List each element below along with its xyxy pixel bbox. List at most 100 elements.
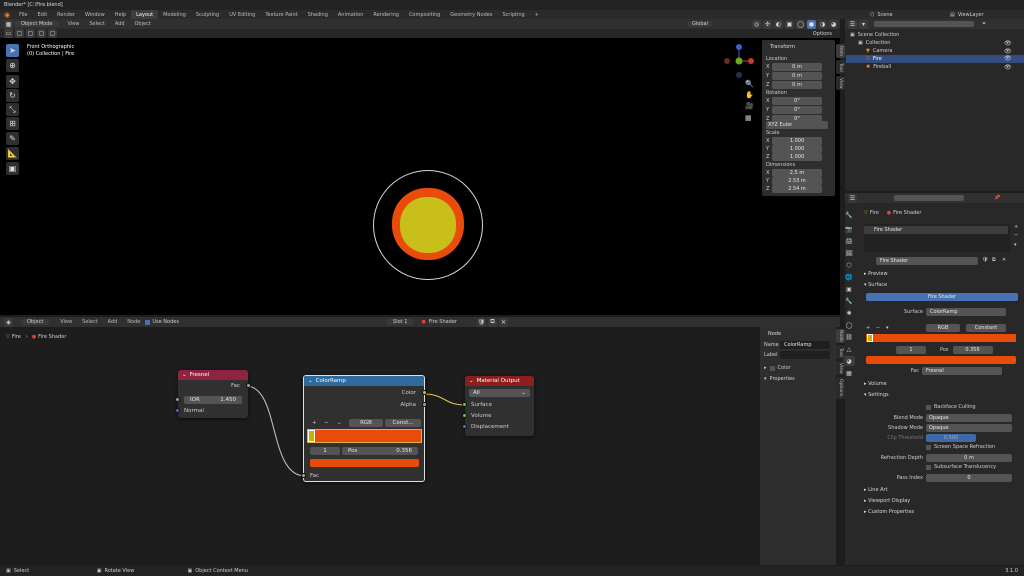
node-label-field[interactable] — [780, 351, 830, 359]
shading-material-icon[interactable]: ◑ — [818, 19, 827, 29]
outliner-item-fire[interactable]: ▽ Fire — [866, 55, 882, 63]
dim-z-field[interactable]: 2.54 m — [772, 185, 822, 193]
outliner-search-input[interactable] — [874, 21, 974, 27]
fresnel-ior-field[interactable]: IOR 1.450 — [184, 396, 242, 404]
displacement-input-socket[interactable] — [462, 424, 467, 429]
blend-mode-dropdown[interactable]: Opaque — [926, 414, 1012, 422]
eye-icon[interactable]: 👁 — [1004, 64, 1012, 71]
fresnel-fac-socket[interactable] — [246, 383, 251, 388]
material-slot-item[interactable]: Fire Shader — [864, 226, 1008, 234]
section-surface[interactable]: ▾ Surface — [864, 282, 887, 288]
filter-icon[interactable]: ⏷ — [982, 21, 986, 27]
fresnel-node-header[interactable]: ⌄ Fresnel — [178, 370, 248, 380]
xray-icon[interactable]: ▣ — [785, 19, 794, 29]
material-output-node[interactable]: ⌄ Material Output All ⌄ Surface Volume Dis… — [462, 376, 534, 436]
eye-icon[interactable]: 👁 — [1004, 48, 1012, 55]
color-ramp-bar[interactable] — [307, 429, 422, 443]
scale-x-field[interactable]: 1.000 — [772, 137, 822, 145]
dim-x-field[interactable]: 2.5 m — [772, 169, 822, 177]
n-tab-item[interactable]: Item — [836, 44, 845, 58]
alpha-output-socket[interactable] — [422, 402, 427, 407]
copy-material-icon[interactable]: ⧉ — [992, 257, 996, 263]
section-lineart[interactable]: ▸ Line Art — [864, 487, 888, 493]
pass-index-field[interactable]: 0 — [926, 474, 1012, 482]
checkbox[interactable] — [926, 444, 931, 450]
shading-solid-icon[interactable]: ● — [807, 19, 816, 29]
prop-tab-output-icon[interactable]: 🖨 — [843, 236, 855, 246]
properties-editor-icon[interactable]: ☰ — [848, 193, 857, 203]
node-color-row[interactable]: ▸ Color — [764, 365, 791, 371]
checkbox[interactable] — [926, 464, 931, 470]
dim-y-field[interactable]: 2.53 m — [772, 177, 822, 185]
fake-user-icon[interactable]: 🛡 — [982, 257, 988, 263]
outliner-display-mode-icon[interactable]: ▾ — [859, 19, 868, 29]
shading-wire-icon[interactable]: ◯ — [796, 19, 805, 29]
ramp-interp-dropdown[interactable]: Const... — [385, 419, 421, 427]
prop-tab-tool-icon[interactable]: 🔧 — [843, 210, 855, 220]
shading-rendered-icon[interactable]: ◕ — [829, 19, 838, 29]
rot-x-field[interactable]: 0° — [772, 97, 822, 105]
node-name-field[interactable]: ColorRamp — [780, 341, 830, 349]
eye-icon[interactable]: 👁 — [1004, 40, 1012, 47]
prop-tab-render-icon[interactable]: 📷 — [843, 224, 855, 234]
collapse-icon[interactable]: ⌄ — [469, 378, 477, 384]
output-target-dropdown[interactable]: All ⌄ — [469, 389, 530, 397]
node-tab-options[interactable]: Options — [836, 377, 845, 399]
viewlayer-selector[interactable]: ▤ ViewLayer — [950, 10, 1020, 19]
node-tab-tool[interactable]: Tool — [836, 345, 845, 359]
prop-ramp-mode[interactable]: RGB — [926, 324, 960, 332]
collapse-icon[interactable]: ⌄ — [182, 372, 190, 378]
fac-input-field[interactable]: Fresnel — [922, 367, 1002, 375]
section-custom[interactable]: ▸ Custom Properties — [864, 509, 914, 515]
ssr-row[interactable]: Screen Space Refraction — [926, 444, 995, 450]
section-settings[interactable]: ▾ Settings — [864, 392, 889, 398]
node-tab-node[interactable]: Node — [836, 329, 845, 343]
slot-menu-icon[interactable]: ▾ — [1014, 242, 1017, 248]
ramp-stop-0[interactable] — [308, 430, 315, 442]
node-properties-row[interactable]: ▾ Properties — [764, 376, 795, 382]
ramp-mode-dropdown[interactable]: RGB — [349, 419, 383, 427]
fresnel-node[interactable]: ⌄ Fresnel Fac IOR 1.450 Normal — [175, 370, 251, 418]
fac-input-socket[interactable] — [301, 473, 306, 478]
ramp-pos-field[interactable]: Pos 0.356 — [342, 447, 418, 455]
prop-tab-scene-icon[interactable]: ⬡ — [843, 260, 855, 270]
prop-color-ramp-bar[interactable] — [866, 334, 1016, 342]
ramp-remove-icon[interactable]: − — [324, 420, 329, 426]
ramp-add-icon[interactable]: + — [312, 420, 317, 426]
n-tab-tool[interactable]: Tool — [836, 60, 845, 74]
checkbox[interactable] — [926, 404, 931, 410]
ramp-menu-icon[interactable]: ⌄ — [337, 420, 342, 426]
outliner-item-scene-collection[interactable]: ▣ Scene Collection — [850, 32, 899, 38]
prop-ramp-remove-icon[interactable]: − — [876, 325, 886, 331]
outliner-editor-icon[interactable]: ☰ — [848, 19, 857, 29]
colorramp-node-header[interactable]: ⌄ ColorRamp — [304, 376, 424, 386]
prop-tab-modifier-icon[interactable]: 🔧 — [843, 296, 855, 306]
scene-selector[interactable]: ⬡ Scene — [870, 10, 930, 19]
section-preview[interactable]: ▸ Preview — [864, 271, 888, 277]
rotation-mode-dropdown[interactable]: XYZ Euler — [766, 121, 828, 129]
prop-tab-particles-icon[interactable]: ✺ — [843, 308, 855, 318]
fresnel-normal-socket[interactable] — [175, 408, 180, 413]
rot-y-field[interactable]: 0° — [772, 106, 822, 114]
pin-icon[interactable]: 📌 — [994, 195, 1000, 201]
slot-remove-icon[interactable]: − — [1014, 232, 1018, 238]
shadow-mode-dropdown[interactable]: Opaque — [926, 424, 1012, 432]
collapse-icon[interactable]: ⌄ — [308, 378, 316, 384]
backface-row[interactable]: Backface Culling — [926, 404, 976, 410]
prop-ramp-color-swatch[interactable] — [866, 356, 1016, 364]
prop-ramp-stop-index[interactable]: 1 — [896, 346, 926, 354]
volume-input-socket[interactable] — [462, 413, 467, 418]
colorramp-node[interactable]: ⌄ ColorRamp Color Alpha + − ⌄ RGB Const..… — [301, 375, 427, 482]
section-volume[interactable]: ▸ Volume — [864, 381, 887, 387]
clip-threshold-field[interactable]: 0.500 — [926, 434, 976, 442]
prop-ramp-pos-field[interactable]: 0.356 — [952, 346, 993, 354]
refraction-depth-field[interactable]: 0 m — [926, 454, 1012, 462]
prop-ramp-stop-0[interactable] — [867, 334, 873, 342]
surface-input-socket[interactable] — [462, 402, 467, 407]
surface-shader-field[interactable]: ColorRamp — [926, 308, 1006, 316]
use-nodes-button[interactable]: Fire Shader — [866, 293, 1018, 301]
color-output-socket[interactable] — [422, 390, 427, 395]
ramp-stop-index[interactable]: 1 — [310, 447, 340, 455]
n-tab-view[interactable]: View — [836, 76, 845, 90]
material-output-header[interactable]: ⌄ Material Output — [465, 376, 534, 386]
